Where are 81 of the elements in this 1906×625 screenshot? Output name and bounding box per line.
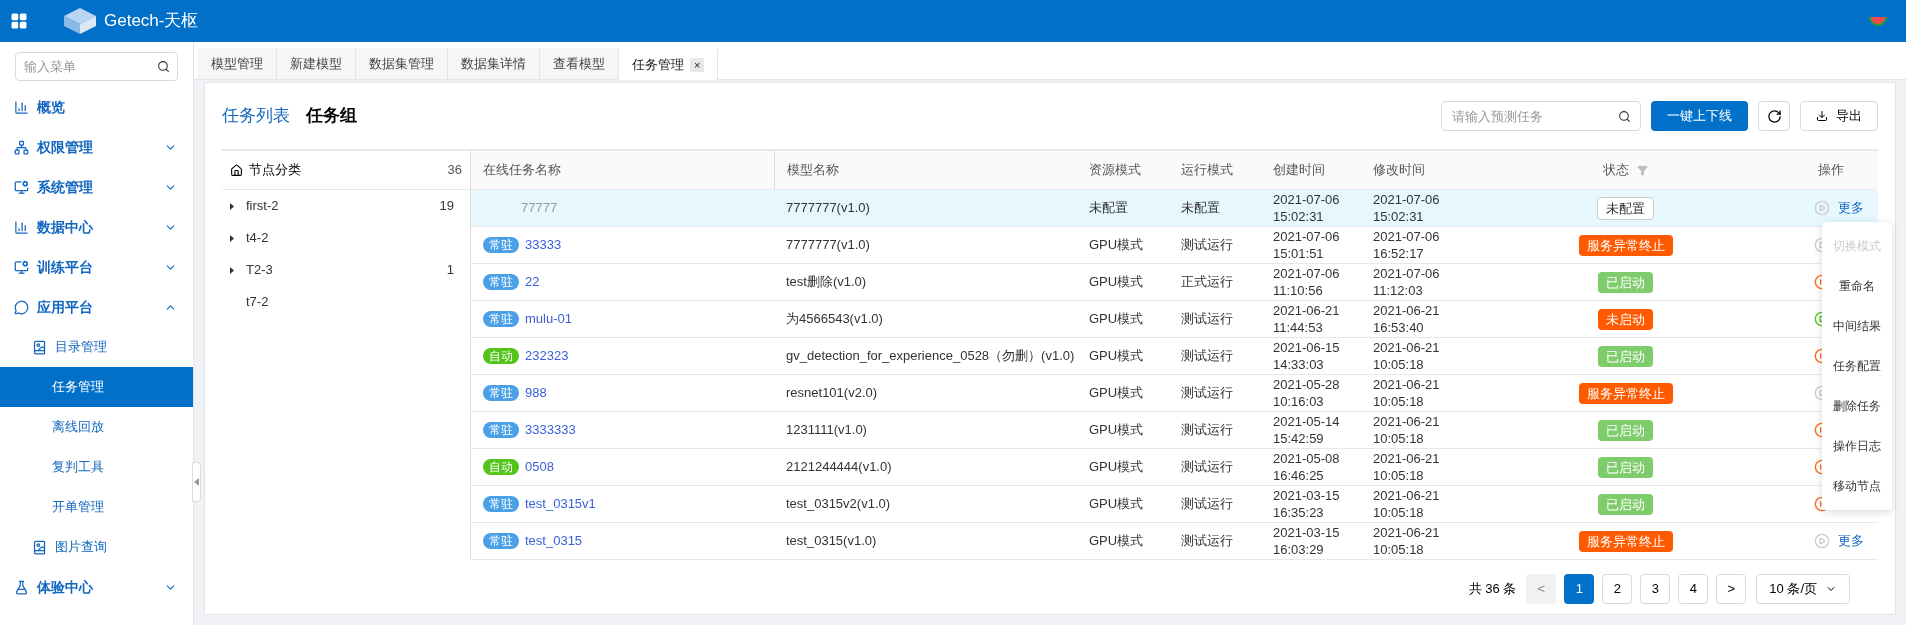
table-cell: 未配置 [1181, 200, 1220, 216]
table-cell: 1231111(v1.0) [786, 422, 867, 438]
table-cell: 测试运行 [1181, 385, 1233, 401]
table-cell-text: 2021-06-21 10:05:18 [1373, 487, 1441, 521]
table-cell: 未配置 [1089, 200, 1128, 216]
status-badge: 已启动 [1598, 456, 1653, 478]
table-cell: 2121244444(v1.0) [786, 459, 892, 475]
table-cell: 测试运行 [1181, 237, 1233, 253]
task-tag: 常驻 [483, 311, 519, 327]
table-cell: GPU模式 [1089, 496, 1144, 512]
table-cell: 测试运行 [1181, 496, 1233, 512]
status-badge: 服务异常终止 [1578, 382, 1673, 404]
status-badge: 已启动 [1598, 345, 1653, 367]
table-cell-text: 2021-03-15 16:35:23 [1273, 487, 1341, 521]
table-cell: GPU模式 [1089, 459, 1144, 475]
table-cell: GPU模式 [1089, 385, 1144, 401]
task-tag: 常驻 [483, 422, 519, 438]
task-tag: 常驻 [483, 385, 519, 401]
total-count: 共 36 条 [1468, 580, 1517, 599]
table-cell: 7777777(v1.0) [786, 200, 870, 216]
table-cell: GPU模式 [1089, 274, 1144, 290]
column-header: 修改时间 [1373, 161, 1425, 180]
table-cell: GPU模式 [1089, 237, 1144, 253]
table-cell: 测试运行 [1181, 459, 1233, 475]
column-header: 创建时间 [1273, 161, 1325, 180]
table-cell-text: 2021-05-28 10:16:03 [1273, 376, 1341, 410]
task-tag: 常驻 [483, 533, 519, 549]
table-cell: 为4566543(v1.0) [786, 311, 883, 327]
table-cell: test删除(v1.0) [786, 274, 867, 290]
table-cell: 测试运行 [1181, 311, 1233, 327]
table-cell-text: 2021-03-15 16:03:29 [1273, 524, 1341, 558]
table-cell: test_0315v2(v1.0) [786, 496, 891, 512]
task-tag: 常驻 [483, 496, 519, 512]
table-cell-text: 2021-07-06 15:02:31 [1273, 191, 1341, 225]
table-cell-text: 2021-06-21 16:53:40 [1373, 302, 1441, 336]
table-cell: 测试运行 [1181, 348, 1233, 364]
column-header: 模型名称 [787, 161, 839, 180]
table-cell-text: 2021-06-21 11:44:53 [1273, 302, 1341, 336]
status-badge: 服务异常终止 [1578, 530, 1673, 552]
column-header: 操作 [1818, 161, 1844, 180]
task-tag: 自动 [483, 348, 519, 364]
status-badge: 已启动 [1598, 493, 1653, 515]
brand-name: Getech-天枢 [104, 10, 199, 33]
table-cell: resnet101(v2.0) [786, 385, 878, 401]
table-cell-text: 2021-05-08 16:46:25 [1273, 450, 1341, 484]
table-cell-text: 2021-07-06 16:52:17 [1373, 228, 1441, 262]
table-cell: 7777777(v1.0) [786, 237, 870, 253]
table-cell-text: 2021-07-06 11:12:03 [1373, 265, 1441, 299]
table-cell: GPU模式 [1089, 348, 1144, 364]
task-tag: 常驻 [483, 274, 519, 290]
tree-count: 36 [447, 161, 462, 180]
table-cell: 测试运行 [1181, 533, 1233, 549]
table-cell-text: 2021-07-06 15:02:31 [1373, 191, 1441, 225]
table-cell-text: 2021-06-21 10:05:18 [1373, 524, 1441, 558]
column-header: 资源模式 [1089, 161, 1141, 180]
task-tag: 自动 [483, 459, 519, 475]
task-tag: 常驻 [483, 237, 519, 253]
status-badge: 未配置 [1597, 196, 1654, 220]
table-cell-text: 2021-06-21 10:05:18 [1373, 450, 1441, 484]
column-header: 运行模式 [1181, 161, 1233, 180]
table-cell-text: 2021-06-15 14:33:03 [1273, 339, 1341, 373]
status-badge: 未启动 [1598, 308, 1653, 330]
status-badge: 已启动 [1598, 419, 1653, 441]
table-cell: GPU模式 [1089, 533, 1144, 549]
table-cell-text: 2021-07-06 15:01:51 [1273, 228, 1341, 262]
table-cell: gv_detection_for_experience_0528（勿删）(v1.0) [786, 348, 1075, 364]
column-header: 在线任务名称 [483, 161, 561, 180]
tree-title: 节点分类 [249, 161, 302, 180]
table-cell-text: 2021-05-14 15:42:59 [1273, 413, 1341, 447]
table-cell-text: 2021-06-21 10:05:18 [1373, 413, 1441, 447]
table-cell: 测试运行 [1181, 422, 1233, 438]
table-cell: test_0315(v1.0) [786, 533, 877, 549]
table-cell: GPU模式 [1089, 422, 1144, 438]
table-cell-text: 2021-06-21 10:05:18 [1373, 376, 1441, 410]
table-cell: 正式运行 [1181, 274, 1233, 290]
table-cell-text: 2021-06-21 10:05:18 [1373, 339, 1441, 373]
status-badge: 服务异常终止 [1578, 234, 1673, 256]
column-header: 状态 [1603, 161, 1629, 180]
table-cell: GPU模式 [1089, 311, 1144, 327]
status-badge: 已启动 [1598, 271, 1653, 293]
table-cell-text: 2021-07-06 11:10:56 [1273, 265, 1341, 299]
